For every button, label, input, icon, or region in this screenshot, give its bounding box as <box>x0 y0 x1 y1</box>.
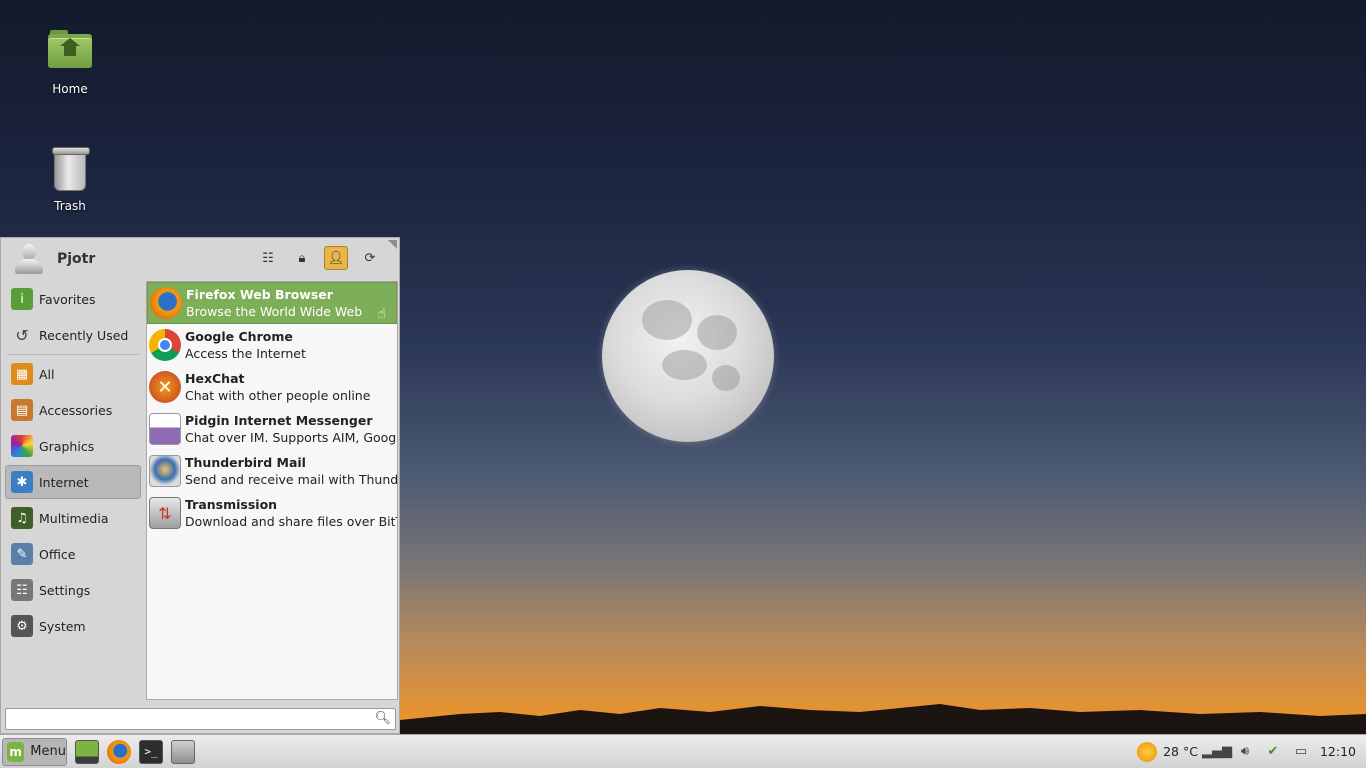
search-icon: 🔍︎ <box>374 711 391 726</box>
user-switch-icon[interactable]: 👤︎ <box>324 246 348 270</box>
firefox-icon[interactable] <box>107 739 131 764</box>
desktop-icon-trash[interactable]: Trash <box>25 145 115 213</box>
app-description: Access the Internet <box>185 345 306 361</box>
app-description: Download and share files over BitT... <box>185 513 397 529</box>
category-recently-used[interactable]: ↺ Recently Used <box>5 318 141 352</box>
mint-logo-icon: m <box>7 741 25 762</box>
category-label: Recently Used <box>39 327 129 343</box>
hand-cursor-icon: ☝ <box>377 306 386 322</box>
app-pidgin[interactable]: Pidgin Internet Messenger Chat over IM. … <box>147 408 397 450</box>
app-list: Firefox Web Browser Browse the World Wid… <box>146 281 398 700</box>
app-thunderbird[interactable]: Thunderbird Mail Send and receive mail w… <box>147 450 397 492</box>
menu-button[interactable]: m Menu <box>2 737 67 766</box>
volume-icon[interactable]: 🔊︎ <box>1236 743 1254 761</box>
show-desktop-icon[interactable] <box>75 739 99 764</box>
chrome-icon <box>149 329 181 361</box>
category-internet[interactable]: ✱ Internet <box>5 465 141 499</box>
info-icon: i <box>11 288 33 310</box>
trash-icon <box>46 145 94 193</box>
menu-button-label: Menu <box>30 744 66 759</box>
terminal-icon[interactable]: >_ <box>139 739 163 764</box>
category-favorites[interactable]: i Favorites <box>5 282 141 316</box>
system-icon: ⚙ <box>11 615 33 637</box>
taskbar: m Menu >_ 28 °C ▂▄▆ 🔊︎ ✔ ▭ 12:10 <box>0 734 1366 768</box>
history-icon: ↺ <box>15 325 29 345</box>
divider <box>7 354 139 355</box>
username: Pjotr <box>57 251 96 267</box>
app-name: Transmission <box>185 496 278 512</box>
category-system[interactable]: ⚙ System <box>5 609 141 643</box>
category-label: All <box>39 366 55 382</box>
pidgin-icon <box>149 413 181 445</box>
accessories-icon: ▤ <box>11 399 33 421</box>
moon-wallpaper <box>602 270 774 442</box>
app-name: Thunderbird Mail <box>185 454 306 470</box>
resize-handle[interactable] <box>388 240 397 249</box>
app-description: Chat over IM. Supports AIM, Googl... <box>185 429 397 445</box>
home-folder-icon <box>46 28 94 76</box>
app-hexchat[interactable]: ✕ HexChat Chat with other people online <box>147 366 397 408</box>
category-multimedia[interactable]: ♫ Multimedia <box>5 501 141 535</box>
desktop-icon-label: Home <box>52 82 88 96</box>
window-icon[interactable] <box>171 739 195 764</box>
start-menu: Pjotr ☷ 🔒︎ 👤︎ ⟳ i Favorites ↺ Recently U… <box>0 237 400 734</box>
lock-icon[interactable]: 🔒︎ <box>290 246 314 270</box>
app-firefox[interactable]: Firefox Web Browser Browse the World Wid… <box>147 282 397 324</box>
office-icon: ✎ <box>11 543 33 565</box>
desktop-icon-home[interactable]: Home <box>25 28 115 96</box>
clock[interactable]: 12:10 <box>1320 744 1356 759</box>
category-label: Graphics <box>39 438 95 454</box>
transmission-icon: ⇅ <box>149 497 181 529</box>
app-name: Firefox Web Browser <box>186 286 333 302</box>
category-label: Multimedia <box>39 510 109 526</box>
category-all[interactable]: ▦ All <box>5 357 141 391</box>
app-transmission[interactable]: ⇅ Transmission Download and share files … <box>147 492 397 534</box>
category-settings[interactable]: ☷ Settings <box>5 573 141 607</box>
category-label: Internet <box>39 474 89 490</box>
thunderbird-icon <box>149 455 181 487</box>
user-row: Pjotr <box>13 242 95 276</box>
all-icon: ▦ <box>11 363 33 385</box>
network-signal-icon[interactable]: ▂▄▆ <box>1202 743 1232 761</box>
multimedia-icon: ♫ <box>11 507 33 529</box>
firefox-icon <box>150 287 182 319</box>
weather-temperature[interactable]: 28 °C <box>1163 744 1198 759</box>
graphics-icon <box>11 435 33 457</box>
app-description: Chat with other people online <box>185 387 371 403</box>
settings-icon[interactable]: ☷ <box>256 246 280 270</box>
avatar <box>13 243 45 275</box>
category-label: Accessories <box>39 402 113 418</box>
hills-silhouette <box>380 704 1366 734</box>
app-name: Pidgin Internet Messenger <box>185 412 373 428</box>
battery-icon[interactable]: ▭ <box>1292 743 1310 761</box>
weather-sun-icon[interactable] <box>1137 741 1158 762</box>
internet-icon: ✱ <box>11 471 33 493</box>
app-google-chrome[interactable]: Google Chrome Access the Internet <box>147 324 397 366</box>
refresh-icon[interactable]: ⟳ <box>358 246 382 270</box>
app-name: HexChat <box>185 370 245 386</box>
category-label: System <box>39 618 86 634</box>
search-box: 🔍︎ <box>5 708 396 730</box>
app-name: Google Chrome <box>185 328 293 344</box>
category-label: Settings <box>39 582 91 598</box>
category-office[interactable]: ✎ Office <box>5 537 141 571</box>
hexchat-icon: ✕ <box>149 371 181 403</box>
category-label: Office <box>39 546 76 562</box>
search-input[interactable] <box>6 709 366 729</box>
system-tray: 28 °C ▂▄▆ 🔊︎ ✔ ▭ 12:10 <box>1137 735 1356 768</box>
system-buttons: ☷ 🔒︎ 👤︎ ⟳ <box>256 246 382 270</box>
app-description: Browse the World Wide Web <box>186 303 363 319</box>
category-list: i Favorites ↺ Recently Used ▦ All ▤ Acce… <box>5 282 141 645</box>
update-shield-icon[interactable]: ✔ <box>1264 743 1282 761</box>
category-accessories[interactable]: ▤ Accessories <box>5 393 141 427</box>
app-description: Send and receive mail with Thunde... <box>185 471 397 487</box>
category-graphics[interactable]: Graphics <box>5 429 141 463</box>
desktop-icon-label: Trash <box>54 199 86 213</box>
settings-icon: ☷ <box>11 579 33 601</box>
category-label: Favorites <box>39 291 96 307</box>
